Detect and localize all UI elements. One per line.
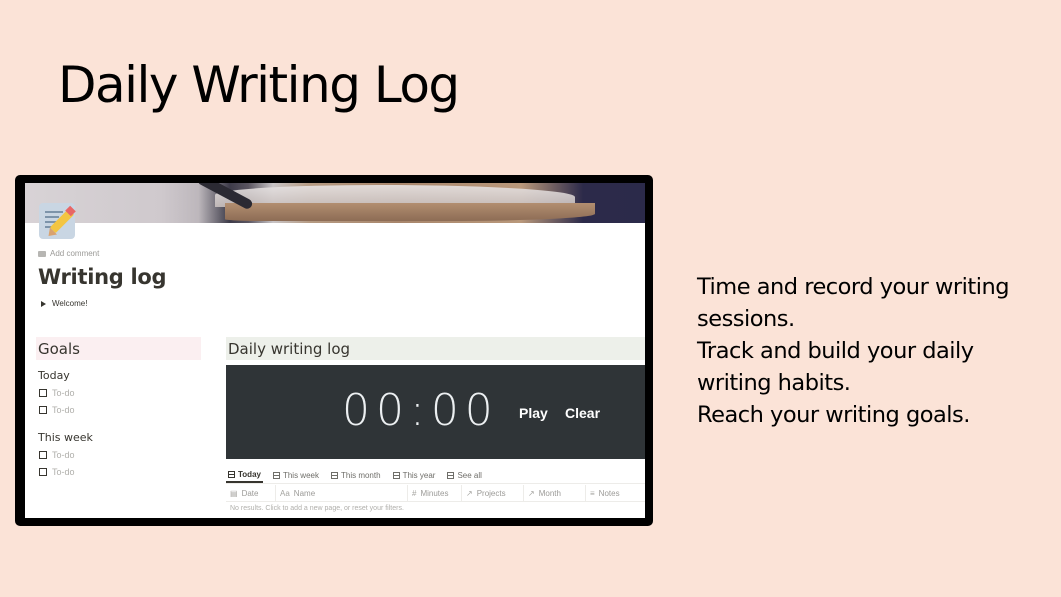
description-line: Reach your writing goals. (697, 402, 970, 428)
goals-week-heading: This week (38, 431, 93, 444)
table-icon (272, 471, 280, 479)
log-heading: Daily writing log (226, 337, 645, 360)
calendar-icon: ▤ (230, 489, 238, 498)
description-line: Track and build your daily writing habit… (697, 338, 974, 396)
timer-display: 00:00 (342, 385, 499, 436)
text-lines-icon: ≡ (590, 489, 595, 498)
column-label: Name (293, 489, 316, 498)
goals-today-heading: Today (38, 369, 70, 382)
tab-label: This week (282, 470, 319, 480)
column-notes[interactable]: ≡ Notes (586, 485, 645, 502)
tab-this-year[interactable]: This year (391, 467, 438, 483)
column-name[interactable]: Aa Name (276, 485, 408, 502)
column-date[interactable]: ▤ Date (226, 485, 276, 502)
text-icon: Aa (280, 489, 290, 498)
screenshot-frame: Add comment Writing log Welcome! Goals T… (15, 175, 653, 526)
relation-icon: ↗ (466, 489, 473, 498)
tab-label: This month (340, 470, 381, 480)
empty-table-message[interactable]: No results. Click to add a new page, or … (230, 505, 404, 512)
notion-page: Add comment Writing log Welcome! Goals T… (25, 183, 645, 518)
checkbox[interactable] (39, 389, 47, 397)
column-projects[interactable]: ↗ Projects (462, 485, 524, 502)
table-icon (447, 471, 455, 479)
tab-this-month[interactable]: This month (329, 467, 383, 483)
relation-icon: ↗ (528, 489, 535, 498)
todo-item[interactable]: To-do (39, 467, 75, 477)
play-button[interactable]: Play (519, 405, 548, 421)
tab-label: This year (402, 470, 436, 480)
column-label: Notes (598, 489, 620, 498)
column-label: Minutes (420, 489, 449, 498)
welcome-toggle[interactable]: Welcome! (41, 299, 87, 308)
table-icon (228, 470, 235, 478)
number-icon: # (412, 489, 417, 498)
cover-image (25, 183, 645, 223)
table-header: ▤ Date Aa Name # Minutes ↗ Projects ↗ Month ≡… (226, 485, 645, 502)
column-minutes[interactable]: # Minutes (408, 485, 462, 502)
tab-see-all[interactable]: See all (445, 467, 483, 483)
toggle-triangle-icon[interactable] (41, 300, 46, 307)
tab-label: Today (238, 469, 261, 479)
todo-item[interactable]: To-do (39, 450, 75, 460)
todo-placeholder[interactable]: To-do (52, 405, 75, 415)
tab-this-week[interactable]: This week (271, 467, 321, 483)
todo-item[interactable]: To-do (39, 405, 75, 415)
column-label: Projects (476, 489, 506, 498)
comment-icon (38, 250, 46, 257)
view-tabs: Today This week This month This year See… (226, 467, 645, 484)
table-icon (392, 471, 400, 479)
todo-placeholder[interactable]: To-do (52, 450, 75, 460)
todo-item[interactable]: To-do (39, 388, 75, 398)
table-icon (330, 471, 338, 479)
column-month[interactable]: ↗ Month (524, 485, 586, 502)
description-line: Time and record your writing sessions. (697, 274, 1010, 332)
add-comment-button[interactable]: Add comment (38, 249, 99, 258)
page-title[interactable]: Writing log (38, 265, 167, 289)
timer-widget: 00:00 Play Clear (226, 365, 645, 459)
todo-placeholder[interactable]: To-do (52, 388, 75, 398)
checkbox[interactable] (39, 406, 47, 414)
tab-today[interactable]: Today (226, 467, 263, 483)
column-label: Date (241, 489, 259, 498)
slide-description: Time and record your writing sessions. T… (697, 271, 1037, 431)
column-label: Month (538, 489, 561, 498)
tab-label: See all (457, 470, 482, 480)
checkbox[interactable] (39, 468, 47, 476)
slide-title: Daily Writing Log (58, 56, 460, 114)
todo-placeholder[interactable]: To-do (52, 467, 75, 477)
add-comment-label: Add comment (50, 249, 100, 258)
toggle-label: Welcome! (52, 299, 88, 308)
clear-button[interactable]: Clear (565, 405, 600, 421)
memo-pencil-icon[interactable] (39, 203, 76, 240)
checkbox[interactable] (39, 451, 47, 459)
goals-heading: Goals (36, 337, 201, 360)
